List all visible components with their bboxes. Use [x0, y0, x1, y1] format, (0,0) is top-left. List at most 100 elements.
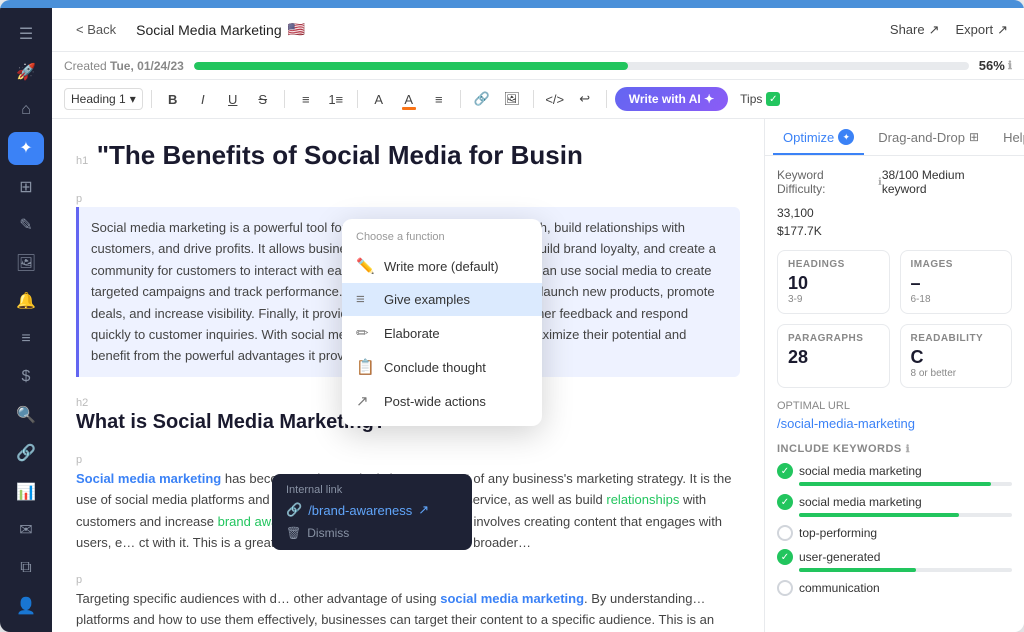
ordered-list-button[interactable]: 1≡ [323, 86, 349, 112]
link-relationships[interactable]: relationships [606, 492, 679, 507]
content-and-right: h1 "The Benefits of Social Media for Bus… [52, 119, 1024, 632]
kw-item-1: ✓ social media marketing [777, 463, 1012, 486]
paragraphs-label: PARAGRAPHS [788, 333, 879, 344]
sidebar-icon-search[interactable]: 🔍 [8, 399, 44, 431]
internal-link-popup: Internal link 🔗 /brand-awareness ↗ 🗑 Dis… [272, 474, 472, 550]
sidebar-icon-image[interactable]: 🖼 [8, 247, 44, 279]
toolbar-separator-4 [460, 90, 461, 108]
main-area: ☰ 🚀 ⌂ ✦ ⊞ ✎ 🖼 🔔 ≡ $ 🔍 🔗 📊 ✉ ⧉ 👤 < Back S… [0, 8, 1024, 632]
link-icon: 🔗 [286, 502, 302, 518]
kw-bar-fill-1 [799, 482, 991, 486]
kw-check-5 [777, 580, 793, 596]
align-button[interactable]: ≡ [426, 86, 452, 112]
strikethrough-button[interactable]: S [250, 86, 276, 112]
bold-button[interactable]: B [160, 86, 186, 112]
sidebar-icon-edit[interactable]: ✎ [8, 209, 44, 241]
sidebar-icon-layers[interactable]: ⧉ [8, 552, 44, 584]
sidebar-icon-bell[interactable]: 🔔 [8, 285, 44, 317]
share-icon: ↗ [929, 22, 940, 38]
top-bar [0, 0, 1024, 8]
sidebar-icon-link[interactable]: 🔗 [8, 437, 44, 469]
kw-bar-track-4 [799, 568, 1012, 572]
kw-check-3 [777, 525, 793, 541]
kw-bar-fill-2 [799, 513, 959, 517]
back-button[interactable]: < Back [68, 18, 124, 41]
page-title: Social Media Marketing 🇺🇸 [136, 21, 305, 38]
p-marker-2: p [76, 454, 82, 466]
images-sub: 6-18 [911, 294, 1002, 305]
kw-stats: 33,100 [777, 206, 1012, 220]
sidebar-icon-active[interactable]: ✦ [8, 132, 44, 164]
internal-link-url[interactable]: 🔗 /brand-awareness ↗ [286, 502, 458, 518]
toolbar-separator-3 [357, 90, 358, 108]
sidebar-icon-rocket[interactable]: 🚀 [8, 56, 44, 88]
images-stat-box: IMAGES – 6-18 [900, 250, 1013, 314]
sidebar-icon-grid[interactable]: ⊞ [8, 171, 44, 203]
internal-link-title: Internal link [286, 484, 458, 496]
paragraphs-value: 28 [788, 347, 879, 368]
kw-price: $177.7K [777, 224, 1012, 238]
sidebar-icon-home[interactable]: ⌂ [8, 94, 44, 126]
p-marker-1: p [76, 193, 82, 205]
heading-select[interactable]: Heading 1 ▾ [64, 88, 143, 110]
ai-dropdown-label: Choose a function [342, 227, 542, 249]
tips-checkbox[interactable]: ✓ [766, 92, 780, 106]
editor-area[interactable]: h1 "The Benefits of Social Media for Bus… [52, 119, 764, 632]
undo-button[interactable]: ↩ [572, 86, 598, 112]
trash-icon: 🗑 [286, 526, 301, 540]
kw-check-4: ✓ [777, 549, 793, 565]
write-ai-button[interactable]: Write with AI ✦ [615, 87, 728, 111]
link-social-media-marketing-1[interactable]: Social media marketing [76, 471, 221, 486]
top-nav: < Back Social Media Marketing 🇺🇸 Share ↗… [52, 8, 1024, 52]
editor-para3: Targeting specific audiences with d… oth… [76, 588, 740, 632]
readability-stat-box: READABILITY C 8 or better [900, 324, 1013, 388]
editor-h1-block: h1 "The Benefits of Social Media for Bus… [76, 139, 740, 173]
underline-button[interactable]: U [220, 86, 246, 112]
tab-help[interactable]: Help ? [993, 119, 1024, 155]
sidebar-icon-user[interactable]: 👤 [8, 590, 44, 622]
right-sidebar: Optimize ✦ Drag-and-Drop ⊞ Help ? [764, 119, 1024, 632]
ai-post-wide[interactable]: ↗ Post-wide actions [342, 384, 542, 418]
paragraphs-stat-box: PARAGRAPHS 28 [777, 324, 890, 388]
drag-drop-icon: ⊞ [969, 130, 979, 144]
ai-write-more[interactable]: ✏️ Write more (default) [342, 249, 542, 283]
image-button[interactable]: 🖼 [499, 86, 525, 112]
progress-bar-track [194, 62, 969, 70]
headings-value: 10 [788, 273, 879, 294]
link-dismiss-button[interactable]: 🗑 Dismiss [286, 526, 458, 540]
headings-stat-box: HEADINGS 10 3-9 [777, 250, 890, 314]
link-button[interactable]: 🔗 [469, 86, 495, 112]
export-button[interactable]: Export ↗ [956, 22, 1008, 38]
font-color-button[interactable]: A [366, 86, 392, 112]
sidebar-icon-menu[interactable]: ☰ [8, 18, 44, 50]
ai-give-examples[interactable]: ≡ Give examples [342, 283, 542, 316]
tips-label: Tips ✓ [740, 92, 780, 106]
unordered-list-button[interactable]: ≡ [293, 86, 319, 112]
content-panel: < Back Social Media Marketing 🇺🇸 Share ↗… [52, 8, 1024, 632]
sidebar-icon-dollar[interactable]: $ [8, 361, 44, 393]
sidebar-icon-email[interactable]: ✉ [8, 514, 44, 546]
toolbar-separator-5 [533, 90, 534, 108]
sidebar-icon-chart[interactable]: 📊 [8, 476, 44, 508]
link-social-media-3[interactable]: social media marketing [440, 591, 584, 606]
tab-optimize[interactable]: Optimize ✦ [773, 119, 864, 155]
include-keywords-section: Include Keywords ℹ ✓ social media market… [777, 443, 1012, 596]
kw-bar-track-1 [799, 482, 1012, 486]
include-kw-label: Include Keywords ℹ [777, 443, 1012, 455]
code-button[interactable]: </> [542, 86, 568, 112]
images-label: IMAGES [911, 259, 1002, 270]
share-button[interactable]: Share ↗ [890, 22, 940, 38]
tab-drag-drop[interactable]: Drag-and-Drop ⊞ [868, 119, 989, 155]
ai-conclude[interactable]: 📋 Conclude thought [342, 350, 542, 384]
kw-item-4: ✓ user-generated [777, 549, 1012, 572]
h1-marker: h1 [76, 155, 88, 167]
highlight-button[interactable]: A [396, 86, 422, 112]
ai-elaborate[interactable]: ✏ Elaborate [342, 316, 542, 350]
sidebar-icon-list[interactable]: ≡ [8, 323, 44, 355]
chevron-down-icon: ▾ [130, 92, 136, 106]
kw-item-2: ✓ social media marketing [777, 494, 1012, 517]
export-icon: ↗ [997, 22, 1008, 38]
kw-name-3: top-performing [799, 526, 877, 540]
readability-value: C [911, 347, 1002, 368]
italic-button[interactable]: I [190, 86, 216, 112]
